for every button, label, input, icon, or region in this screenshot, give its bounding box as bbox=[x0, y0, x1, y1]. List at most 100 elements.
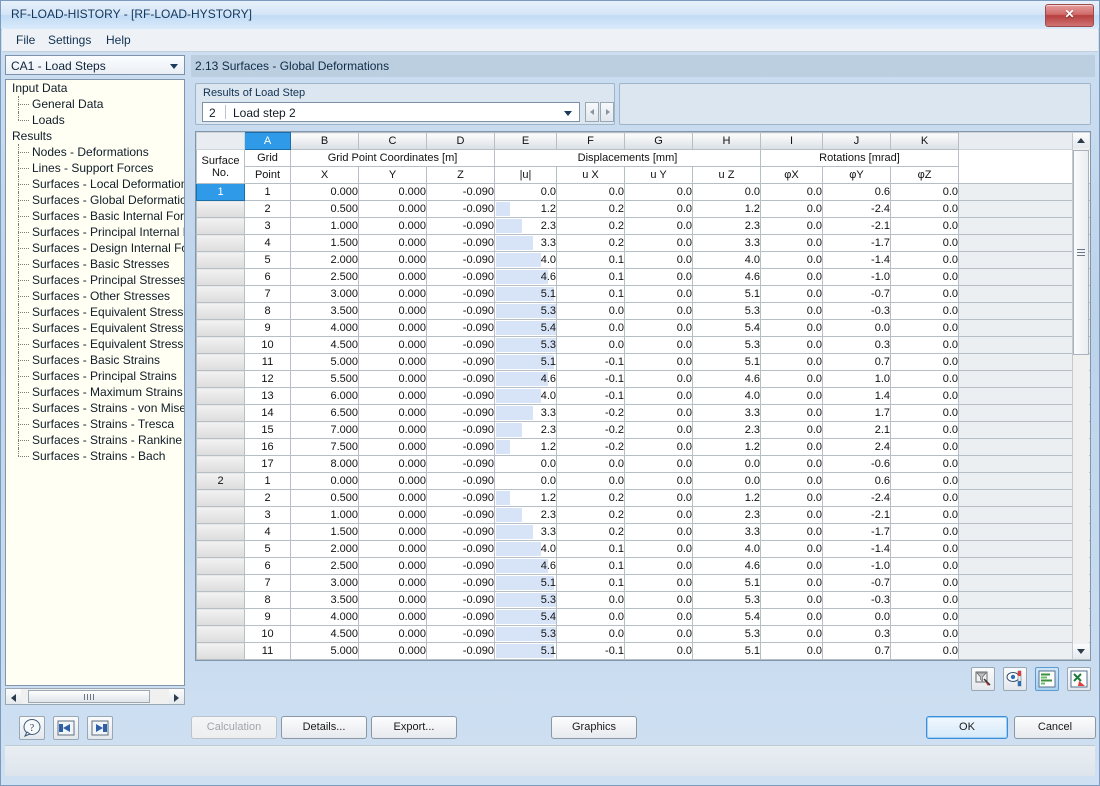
cell-ry[interactable]: -1.4 bbox=[822, 251, 891, 269]
cell-ux[interactable]: 0.2 bbox=[556, 489, 625, 507]
cell-y[interactable]: 0.000 bbox=[358, 217, 427, 235]
cell-ry[interactable]: -1.0 bbox=[822, 557, 891, 575]
cell-z[interactable]: -0.090 bbox=[426, 421, 495, 439]
table-vscrollbar[interactable] bbox=[1072, 133, 1089, 659]
cell-uy[interactable]: 0.0 bbox=[624, 455, 693, 473]
cell-grid-point[interactable]: 10 bbox=[244, 625, 291, 643]
cell-uy[interactable]: 0.0 bbox=[624, 251, 693, 269]
cell-rz[interactable]: 0.0 bbox=[890, 642, 959, 660]
cell-z[interactable]: -0.090 bbox=[426, 302, 495, 320]
cell-uz[interactable]: 5.3 bbox=[692, 336, 761, 354]
table-row[interactable]: 6 2.500 0.000 -0.090 4.6 0.1 0.0 4.6 0.0 -1.0 0.0 bbox=[196, 557, 1090, 575]
cell-displacement-magnitude[interactable]: 4.0 bbox=[494, 251, 557, 269]
cell-uz[interactable]: 5.4 bbox=[692, 608, 761, 626]
cell-uz[interactable]: 5.3 bbox=[692, 625, 761, 643]
cell-uz[interactable]: 1.2 bbox=[692, 489, 761, 507]
row-header-surface-no[interactable] bbox=[196, 319, 245, 337]
cell-uy[interactable]: 0.0 bbox=[624, 574, 693, 592]
sidebar-item[interactable]: Surfaces - Local Deformations bbox=[6, 176, 184, 192]
cell-y[interactable]: 0.000 bbox=[358, 234, 427, 252]
cell-ux[interactable]: -0.1 bbox=[556, 642, 625, 660]
cell-uz[interactable]: 3.3 bbox=[692, 523, 761, 541]
ok-button[interactable]: OK bbox=[926, 716, 1008, 739]
table-row[interactable]: 8 3.500 0.000 -0.090 5.3 0.0 0.0 5.3 0.0 -0.3 0.0 bbox=[196, 302, 1090, 320]
cell-ry[interactable]: 1.0 bbox=[822, 659, 891, 660]
cell-ux[interactable]: -0.2 bbox=[556, 438, 625, 456]
cell-grid-point[interactable]: 10 bbox=[244, 336, 291, 354]
cell-uy[interactable]: 0.0 bbox=[624, 387, 693, 405]
cell-ux[interactable]: 0.0 bbox=[556, 625, 625, 643]
cell-rz[interactable]: 0.0 bbox=[890, 319, 959, 337]
cell-grid-point[interactable]: 2 bbox=[244, 489, 291, 507]
cell-x[interactable]: 6.000 bbox=[290, 387, 359, 405]
cell-uy[interactable]: 0.0 bbox=[624, 319, 693, 337]
navigator-hscrollbar[interactable] bbox=[5, 688, 185, 705]
cell-rx[interactable]: 0.0 bbox=[760, 319, 823, 337]
sidebar-item[interactable]: Surfaces - Principal Strains bbox=[6, 368, 184, 384]
cell-uz[interactable]: 4.0 bbox=[692, 251, 761, 269]
cell-rx[interactable]: 0.0 bbox=[760, 268, 823, 286]
row-header-surface-no[interactable] bbox=[196, 506, 245, 524]
row-header-surface-no[interactable] bbox=[196, 336, 245, 354]
load-case-combo[interactable]: CA1 - Load Steps bbox=[5, 55, 185, 75]
cell-z[interactable]: -0.090 bbox=[426, 251, 495, 269]
table-row[interactable]: 7 3.000 0.000 -0.090 5.1 0.1 0.0 5.1 0.0 -0.7 0.0 bbox=[196, 285, 1090, 303]
scroll-left-icon[interactable] bbox=[6, 689, 21, 704]
cell-uz[interactable]: 1.2 bbox=[692, 438, 761, 456]
cell-y[interactable]: 0.000 bbox=[358, 591, 427, 609]
scroll-up-icon[interactable] bbox=[1073, 133, 1089, 148]
cell-ry[interactable]: 0.0 bbox=[822, 608, 891, 626]
cell-z[interactable]: -0.090 bbox=[426, 370, 495, 388]
cell-rx[interactable]: 0.0 bbox=[760, 421, 823, 439]
menu-item-settings[interactable]: Settings bbox=[44, 33, 95, 47]
row-header-surface-no[interactable] bbox=[196, 302, 245, 320]
cell-grid-point[interactable]: 15 bbox=[244, 421, 291, 439]
cell-z[interactable]: -0.090 bbox=[426, 438, 495, 456]
cell-x[interactable]: 3.500 bbox=[290, 591, 359, 609]
cell-x[interactable]: 7.000 bbox=[290, 421, 359, 439]
cell-uy[interactable]: 0.0 bbox=[624, 285, 693, 303]
cell-displacement-magnitude[interactable]: 3.3 bbox=[494, 404, 557, 422]
hscroll-thumb[interactable] bbox=[28, 690, 150, 703]
table-row[interactable]: 11 5.000 0.000 -0.090 5.1 -0.1 0.0 5.1 0.0 0.7 0.0 bbox=[196, 642, 1090, 660]
menu-item-help[interactable]: Help bbox=[102, 33, 135, 47]
row-header-surface-no[interactable] bbox=[196, 625, 245, 643]
cell-uz[interactable]: 5.1 bbox=[692, 574, 761, 592]
table-row[interactable]: 16 7.500 0.000 -0.090 1.2 -0.2 0.0 1.2 0.0 2.4 0.0 bbox=[196, 438, 1090, 456]
cell-uy[interactable]: 0.0 bbox=[624, 421, 693, 439]
cell-y[interactable]: 0.000 bbox=[358, 370, 427, 388]
cell-y[interactable]: 0.000 bbox=[358, 268, 427, 286]
cell-z[interactable]: -0.090 bbox=[426, 404, 495, 422]
sidebar-item[interactable]: Surfaces - Strains - Bach bbox=[6, 448, 184, 464]
column-header-I[interactable]: I bbox=[760, 132, 823, 150]
cell-rx[interactable]: 0.0 bbox=[760, 540, 823, 558]
cell-ry[interactable]: 0.7 bbox=[822, 642, 891, 660]
sidebar-item[interactable]: Nodes - Deformations bbox=[6, 144, 184, 160]
row-header-surface-no[interactable] bbox=[196, 438, 245, 456]
cell-ry[interactable]: 2.1 bbox=[822, 421, 891, 439]
cell-uy[interactable]: 0.0 bbox=[624, 438, 693, 456]
cell-x[interactable]: 5.000 bbox=[290, 353, 359, 371]
cell-ux[interactable]: 0.1 bbox=[556, 540, 625, 558]
cell-uy[interactable]: 0.0 bbox=[624, 268, 693, 286]
cell-rx[interactable]: 0.0 bbox=[760, 523, 823, 541]
cell-rz[interactable]: 0.0 bbox=[890, 591, 959, 609]
cell-uy[interactable]: 0.0 bbox=[624, 506, 693, 524]
cell-x[interactable]: 2.000 bbox=[290, 540, 359, 558]
table-row[interactable]: 6 2.500 0.000 -0.090 4.6 0.1 0.0 4.6 0.0 -1.0 0.0 bbox=[196, 268, 1090, 286]
cell-x[interactable]: 5.000 bbox=[290, 642, 359, 660]
sidebar-item[interactable]: Input Data bbox=[6, 80, 184, 96]
cell-y[interactable]: 0.000 bbox=[358, 472, 427, 490]
cell-ux[interactable]: 0.0 bbox=[556, 591, 625, 609]
cell-y[interactable]: 0.000 bbox=[358, 251, 427, 269]
cell-uz[interactable]: 4.6 bbox=[692, 557, 761, 575]
cell-ry[interactable]: 1.0 bbox=[822, 370, 891, 388]
cell-rx[interactable]: 0.0 bbox=[760, 302, 823, 320]
cell-uz[interactable]: 5.1 bbox=[692, 642, 761, 660]
table-row[interactable]: 2 0.500 0.000 -0.090 1.2 0.2 0.0 1.2 0.0 -2.4 0.0 bbox=[196, 489, 1090, 507]
sidebar-item[interactable]: Surfaces - Strains - Tresca bbox=[6, 416, 184, 432]
previous-load-step-button[interactable] bbox=[585, 102, 599, 122]
table-row[interactable]: 5 2.000 0.000 -0.090 4.0 0.1 0.0 4.0 0.0 -1.4 0.0 bbox=[196, 540, 1090, 558]
cell-z[interactable]: -0.090 bbox=[426, 336, 495, 354]
sidebar-item[interactable]: Surfaces - Principal Stresses bbox=[6, 272, 184, 288]
